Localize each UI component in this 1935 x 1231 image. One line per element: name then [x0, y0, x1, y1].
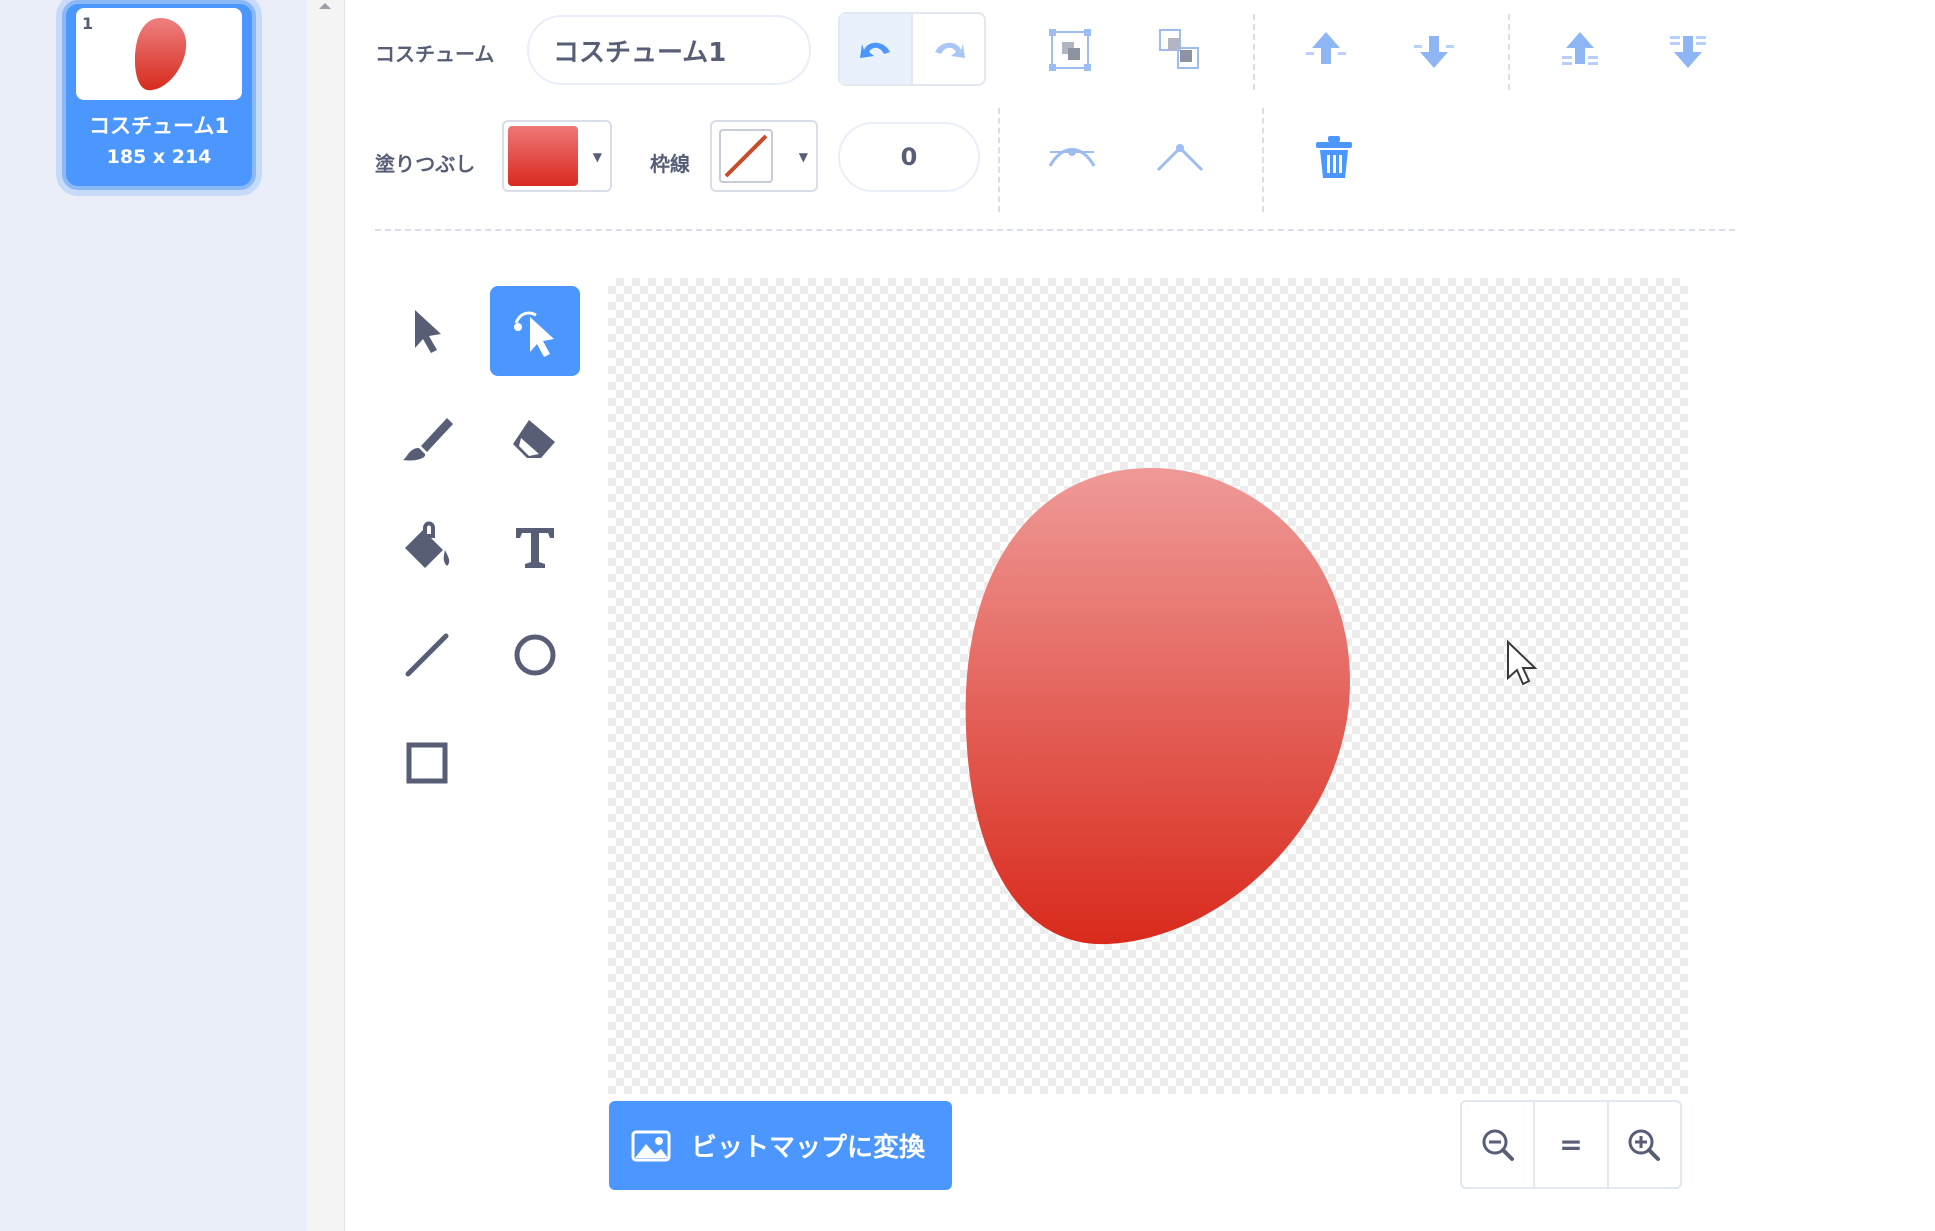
reshape-tool[interactable]	[490, 286, 580, 376]
curved-button[interactable]	[1042, 128, 1102, 188]
zoom-controls: =	[1460, 1100, 1682, 1189]
zoom-reset-label: =	[1559, 1128, 1583, 1161]
toolbar-separator	[375, 229, 1735, 231]
zoom-out-icon	[1482, 1129, 1514, 1161]
arrow-up-icon	[1306, 32, 1346, 64]
no-color-icon	[719, 129, 773, 183]
fill-color-picker[interactable]: ▼	[502, 120, 612, 192]
costume-shape	[965, 467, 1350, 945]
group-icon	[1049, 29, 1091, 71]
rectangle-tool[interactable]	[382, 718, 472, 808]
scroll-up-icon[interactable]	[316, 0, 334, 12]
zoom-in-button[interactable]	[1609, 1102, 1680, 1187]
reshape-icon	[514, 311, 554, 357]
arrow-down-icon	[1414, 36, 1454, 68]
select-tool[interactable]	[382, 286, 472, 376]
outline-label: 枠線	[650, 152, 690, 176]
curved-point-icon	[1048, 148, 1096, 167]
undo-icon	[859, 42, 890, 58]
toolbar-divider	[1508, 14, 1510, 90]
costume-tile[interactable]: 1 コスチューム1 185 x 214	[62, 0, 256, 190]
convert-to-bitmap-button[interactable]: ビットマップに変換	[609, 1101, 952, 1190]
outline-color-picker[interactable]: ▼	[710, 120, 818, 192]
image-icon	[631, 1130, 671, 1161]
forward-button[interactable]	[1296, 20, 1356, 80]
arrow-to-back-icon	[1670, 36, 1706, 68]
fill-label: 塗りつぶし	[375, 152, 476, 176]
convert-to-bitmap-label: ビットマップに変換	[691, 1133, 926, 1163]
arrow-to-front-icon	[1562, 32, 1598, 65]
pointed-button[interactable]	[1150, 128, 1210, 188]
circle-tool[interactable]	[490, 610, 580, 700]
chevron-down-icon: ▼	[798, 150, 808, 164]
costume-name-input[interactable]	[527, 15, 811, 85]
select-arrow-icon	[415, 310, 441, 353]
line-icon	[405, 633, 449, 677]
costume-thumbnail: 1	[76, 8, 242, 100]
line-tool[interactable]	[382, 610, 472, 700]
chevron-down-icon: ▼	[592, 150, 602, 164]
brush-icon	[403, 418, 453, 461]
circle-icon	[514, 634, 556, 676]
eraser-tool[interactable]	[490, 394, 580, 484]
costume-size: 185 x 214	[106, 146, 212, 168]
fill-color-swatch	[508, 126, 578, 186]
costume-list-panel: 1 コスチューム1 185 x 214	[0, 0, 307, 1231]
text-tool[interactable]	[490, 502, 580, 592]
pointed-point-icon	[1156, 144, 1204, 172]
brush-tool[interactable]	[382, 394, 472, 484]
outline-width-input[interactable]	[838, 122, 980, 192]
backward-button[interactable]	[1404, 20, 1464, 80]
redo-icon	[934, 42, 965, 58]
eraser-icon	[513, 420, 555, 458]
rectangle-icon	[406, 742, 448, 784]
back-button[interactable]	[1658, 20, 1718, 80]
front-button[interactable]	[1550, 20, 1610, 80]
ungroup-icon	[1159, 29, 1199, 69]
undo-button[interactable]	[840, 14, 913, 84]
text-icon	[516, 528, 554, 568]
toolbar-divider	[998, 108, 1000, 212]
zoom-in-icon	[1628, 1129, 1661, 1161]
trash-icon	[1316, 136, 1352, 178]
sidebar-scrollbar[interactable]	[307, 0, 345, 1231]
redo-button[interactable]	[913, 14, 984, 84]
fill-tool[interactable]	[382, 502, 472, 592]
undo-redo-group	[838, 12, 986, 86]
ungroup-button[interactable]	[1150, 20, 1210, 80]
group-button[interactable]	[1040, 20, 1100, 80]
zoom-reset-button[interactable]: =	[1535, 1102, 1609, 1187]
mouse-cursor-icon	[1507, 640, 1538, 686]
costume-name: コスチューム1	[89, 114, 229, 138]
delete-button[interactable]	[1304, 128, 1364, 188]
costume-thumbnail-shape	[134, 18, 187, 91]
toolbar-divider	[1253, 14, 1255, 90]
toolbar-divider	[1262, 108, 1264, 212]
costume-label: コスチューム	[375, 42, 495, 66]
zoom-out-button[interactable]	[1462, 1102, 1536, 1187]
paint-bucket-icon	[405, 521, 450, 568]
